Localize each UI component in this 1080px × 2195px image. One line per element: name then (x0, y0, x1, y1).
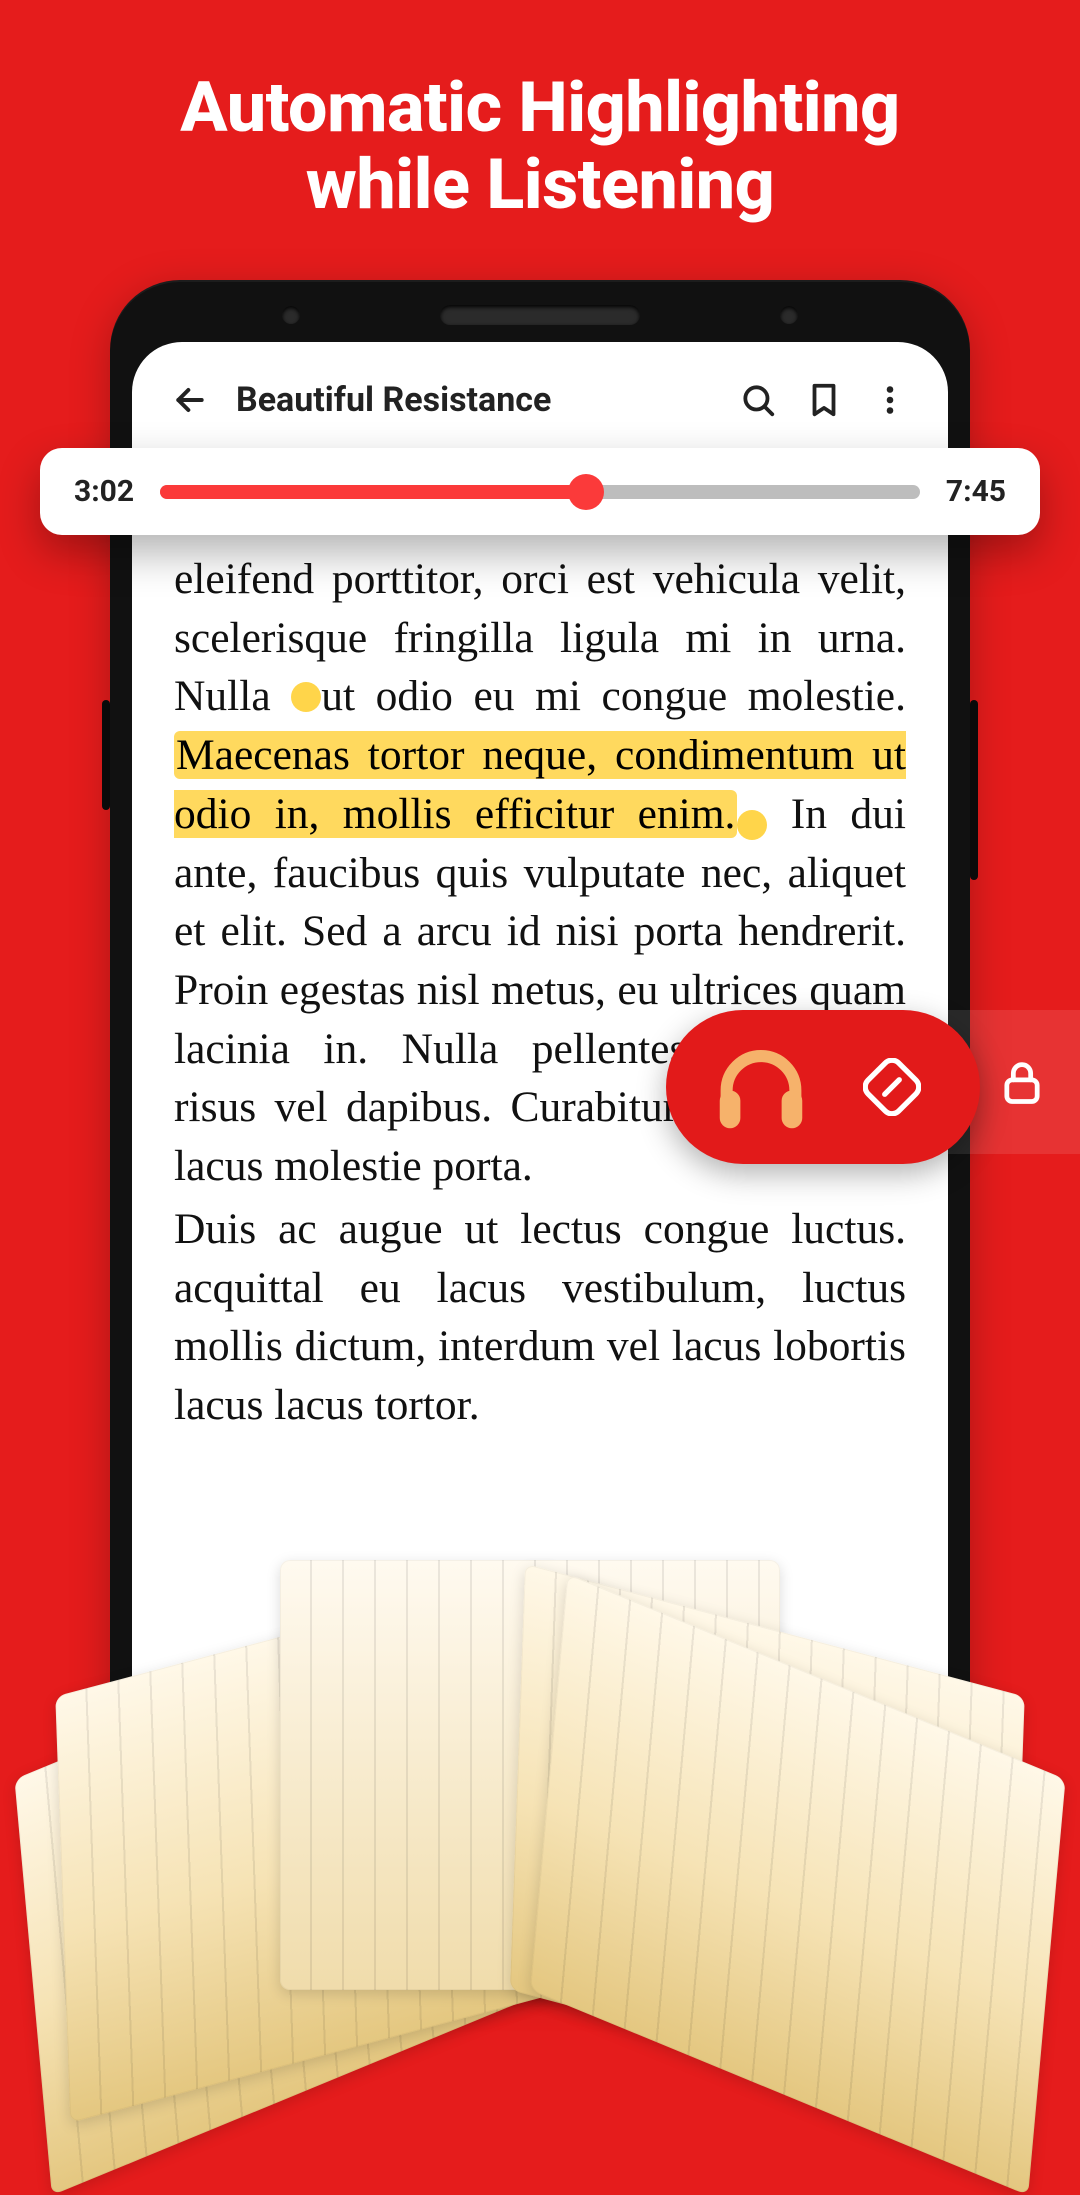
search-icon[interactable] (738, 380, 778, 420)
highlight-end-dot (737, 810, 767, 840)
audio-seek-slider[interactable] (160, 485, 920, 499)
bookmark-icon[interactable] (804, 380, 844, 420)
promo-title-line2: while Listening (306, 144, 775, 226)
lock-icon (990, 1050, 1054, 1114)
back-icon[interactable] (170, 380, 210, 420)
total-time: 7:45 (946, 474, 1006, 509)
reader-paragraph-2: Duis ac augue ut lectus congue luctus. a… (174, 1200, 906, 1435)
page-title: Beautiful Resistance (236, 380, 712, 420)
promo-title: Automatic Highlighting while Listening (0, 0, 1080, 264)
audio-seek-fill (160, 485, 585, 499)
highlight-start-dot (291, 682, 321, 712)
audio-seek-thumb[interactable] (568, 474, 604, 510)
reader-text-mid1: odio eu mi congue molestie. (355, 672, 906, 720)
rotate-icon[interactable] (860, 1055, 924, 1119)
more-icon[interactable] (870, 380, 910, 420)
headphones-icon (706, 1032, 816, 1142)
elapsed-time: 3:02 (74, 474, 134, 509)
promo-title-line1: Automatic Highlighting (180, 67, 899, 149)
app-header: Beautiful Resistance (132, 342, 948, 444)
audio-progress-card: 3:02 7:45 (40, 448, 1040, 535)
reader-body: eleifend porttitor, orci est vehicula ve… (132, 550, 948, 1435)
listen-pill[interactable] (666, 1010, 980, 1164)
phone-notch (110, 280, 970, 350)
reader-dot-word: ut (321, 672, 355, 720)
